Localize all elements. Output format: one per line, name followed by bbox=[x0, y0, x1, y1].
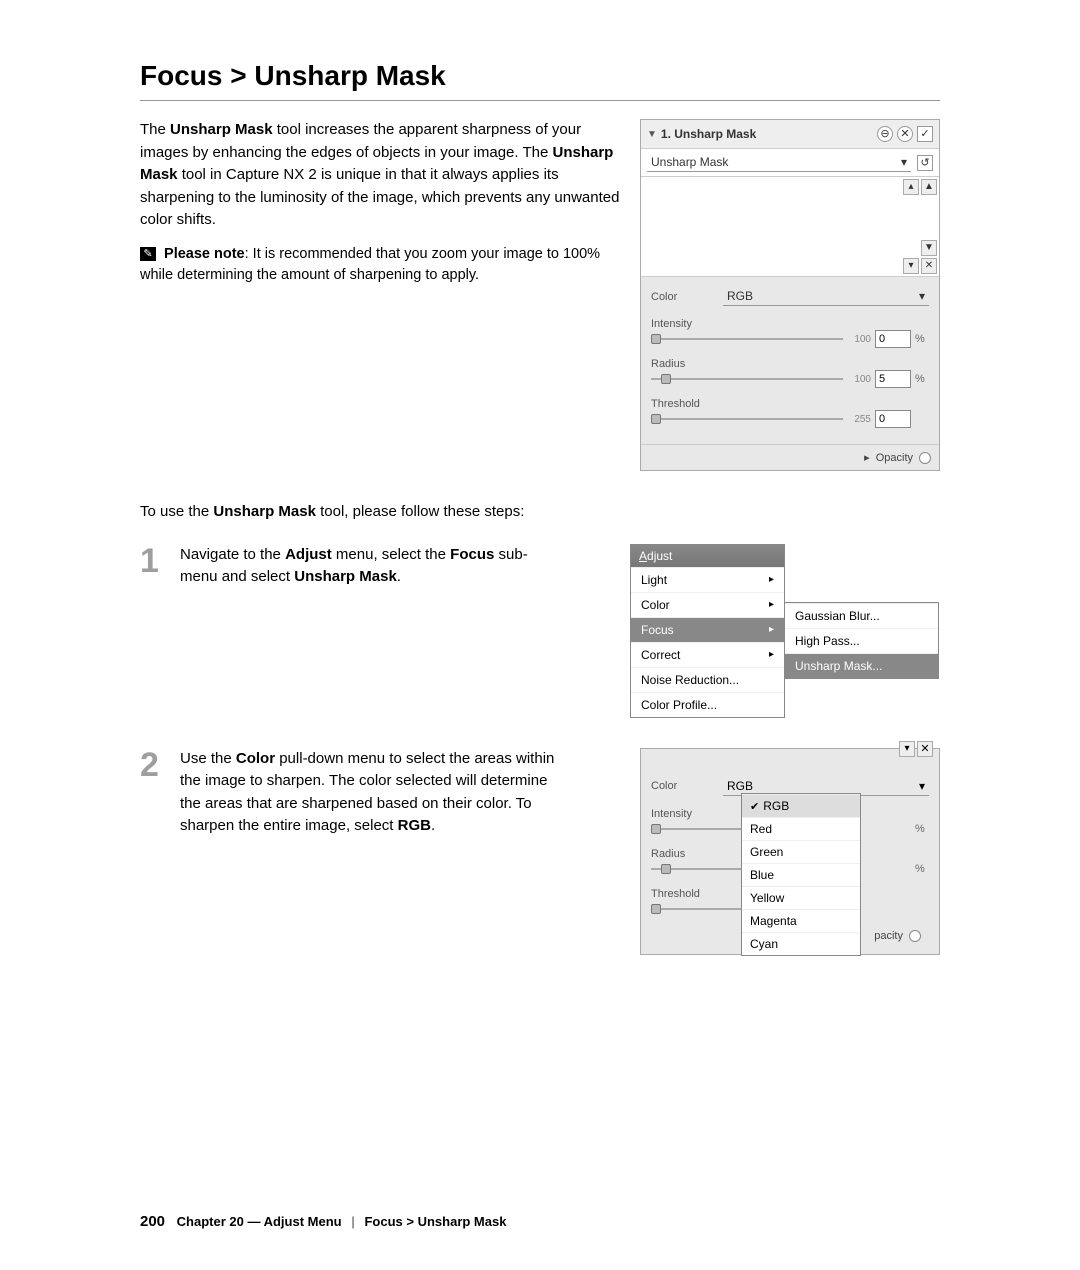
menu-item-noise[interactable]: Noise Reduction... bbox=[631, 667, 784, 692]
panel-title: 1. Unsharp Mask bbox=[661, 127, 756, 141]
opacity-expand-icon[interactable]: ▸ bbox=[864, 451, 870, 464]
intensity-label: Intensity bbox=[651, 318, 929, 330]
page-title: Focus > Unsharp Mask bbox=[140, 60, 940, 92]
submenu-unsharp[interactable]: Unsharp Mask... bbox=[785, 653, 938, 678]
threshold-label: Threshold bbox=[651, 398, 929, 410]
opacity-label: Opacity bbox=[876, 452, 913, 464]
scroll-down-icon[interactable]: ▾ bbox=[899, 741, 915, 757]
submenu-gaussian[interactable]: Gaussian Blur... bbox=[785, 603, 938, 628]
color-dropdown-panel: ▾ ✕ Color RGB▾ Intensity % Radius % bbox=[640, 748, 940, 955]
unsharp-mask-panel: ▼ 1. Unsharp Mask ⊖ ✕ ✓ Unsharp Mask▾ ↺ ▴… bbox=[640, 119, 940, 471]
chevron-down-icon: ▾ bbox=[919, 289, 925, 303]
chapter-label: Chapter 20 — Adjust Menu bbox=[177, 1214, 342, 1229]
color-option-cyan[interactable]: Cyan bbox=[742, 932, 860, 955]
submenu-highpass[interactable]: High Pass... bbox=[785, 628, 938, 653]
color-label: Color bbox=[651, 291, 711, 303]
color-label: Color bbox=[651, 780, 711, 792]
steps-intro: To use the Unsharp Mask tool, please fol… bbox=[140, 501, 940, 524]
threshold-input[interactable] bbox=[875, 410, 911, 428]
breadcrumb: Focus > Unsharp Mask bbox=[364, 1214, 506, 1229]
scroll-down-icon[interactable]: ▾ bbox=[903, 258, 919, 274]
step2-text: Use the Color pull-down menu to select t… bbox=[180, 748, 560, 838]
opacity-radio[interactable] bbox=[909, 930, 921, 942]
color-option-yellow[interactable]: Yellow bbox=[742, 886, 860, 909]
pencil-icon: ✎ bbox=[140, 247, 156, 261]
intensity-input[interactable] bbox=[875, 330, 911, 348]
move-up-icon[interactable]: ▲ bbox=[921, 179, 937, 195]
link-icon[interactable]: ⊖ bbox=[877, 126, 893, 142]
step-number: 2 bbox=[140, 748, 166, 782]
radius-input[interactable] bbox=[875, 370, 911, 388]
effect-dropdown[interactable]: Unsharp Mask▾ bbox=[647, 153, 911, 172]
intensity-slider[interactable] bbox=[651, 338, 843, 340]
menu-item-focus[interactable]: Focus▸ bbox=[631, 617, 784, 642]
color-option-red[interactable]: Red bbox=[742, 817, 860, 840]
color-option-green[interactable]: Green bbox=[742, 840, 860, 863]
move-down-icon[interactable]: ▼ bbox=[921, 240, 937, 256]
close-icon[interactable]: ✕ bbox=[897, 126, 913, 142]
scroll-up-icon[interactable]: ▴ bbox=[903, 179, 919, 195]
page-number: 200 bbox=[140, 1213, 165, 1230]
opacity-radio[interactable] bbox=[919, 452, 931, 464]
adjust-menu-figure: Adjust Light▸ Color▸ Focus▸ Correct▸ Noi… bbox=[630, 544, 940, 718]
reset-icon[interactable]: ↺ bbox=[917, 155, 933, 171]
color-option-blue[interactable]: Blue bbox=[742, 863, 860, 886]
menu-item-color[interactable]: Color▸ bbox=[631, 592, 784, 617]
disclosure-triangle-icon[interactable]: ▼ bbox=[647, 129, 657, 140]
step-number: 1 bbox=[140, 544, 166, 578]
delete-icon[interactable]: ✕ bbox=[917, 741, 933, 757]
menu-item-light[interactable]: Light▸ bbox=[631, 567, 784, 592]
chevron-down-icon: ▾ bbox=[919, 779, 925, 793]
opacity-label: pacity bbox=[874, 930, 903, 942]
note-box: ✎ Please note: It is recommended that yo… bbox=[140, 244, 620, 288]
title-divider bbox=[140, 100, 940, 101]
delete-icon[interactable]: ✕ bbox=[921, 258, 937, 274]
page-footer: 200 Chapter 20 — Adjust Menu | Focus > U… bbox=[140, 1213, 506, 1230]
step1-text: Navigate to the Adjust menu, select the … bbox=[180, 544, 560, 589]
radius-label: Radius bbox=[651, 358, 929, 370]
intro-paragraph: The Unsharp Mask tool increases the appa… bbox=[140, 119, 620, 232]
preview-list: ▴ ▲ ▼ ▾ ✕ bbox=[641, 177, 939, 277]
color-option-magenta[interactable]: Magenta bbox=[742, 909, 860, 932]
menu-title[interactable]: Adjust bbox=[631, 545, 784, 567]
radius-slider[interactable] bbox=[651, 378, 843, 380]
menu-item-correct[interactable]: Correct▸ bbox=[631, 642, 784, 667]
color-options-list: ✔RGB Red Green Blue Yellow Magenta Cyan bbox=[741, 793, 861, 956]
color-option-rgb[interactable]: ✔RGB bbox=[742, 794, 860, 817]
menu-item-profile[interactable]: Color Profile... bbox=[631, 692, 784, 717]
threshold-slider[interactable] bbox=[651, 418, 843, 420]
check-icon[interactable]: ✓ bbox=[917, 126, 933, 142]
color-dropdown[interactable]: RGB▾ bbox=[723, 287, 929, 306]
chevron-down-icon: ▾ bbox=[901, 155, 907, 169]
